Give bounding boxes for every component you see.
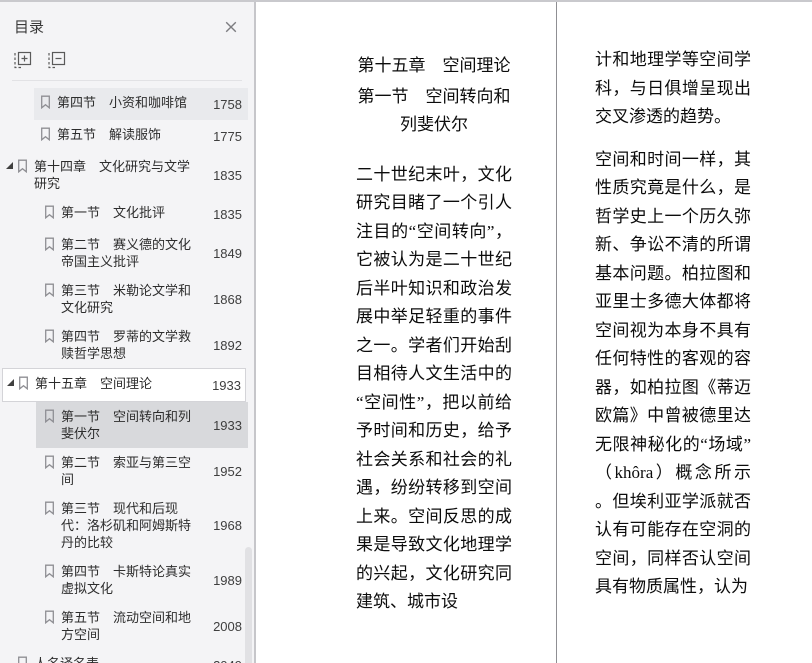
toc-panel: 目录 第四节 小资和咖啡馆 1758 第五节 解读服饰 1775 第十四章 文化…	[0, 2, 256, 663]
toc-item[interactable]: 第三节 现代和后现代：洛杉矶和阿姆斯特丹的比较 1968	[0, 494, 254, 557]
bookmark-icon	[44, 501, 55, 520]
bookmark-icon	[44, 205, 55, 224]
chapter-title: 第十五章 空间理论	[357, 56, 511, 75]
toc-item-current[interactable]: 第一节 空间转向和列斐伏尔 1933	[36, 402, 248, 448]
toc-page-number: 1933	[212, 377, 241, 393]
collapse-all-icon[interactable]	[46, 51, 66, 70]
bookmark-icon	[44, 237, 55, 256]
toc-list: 第四节 小资和咖啡馆 1758 第五节 解读服饰 1775 第十四章 文化研究与…	[0, 81, 254, 663]
ebook-reader-window: 目录 第四节 小资和咖啡馆 1758 第五节 解读服饰 1775 第十四章 文化…	[0, 0, 812, 663]
toc-scrollbar-thumb[interactable]	[245, 547, 252, 663]
toc-page-number: 1868	[213, 291, 242, 307]
toc-page-number: 1849	[213, 245, 242, 261]
toc-item-label: 第二节 索亚与第三空间	[61, 455, 192, 487]
toc-item-label: 第五节 解读服饰	[57, 127, 162, 142]
toc-page-number: 1989	[213, 572, 242, 588]
bookmark-icon	[18, 376, 29, 395]
toc-item[interactable]: 第四节 卡斯特论真实虚拟文化 1989	[0, 557, 254, 603]
body-text: 计和地理学等空间学科，与日俱增呈现出交叉渗透的趋势。	[595, 50, 751, 126]
bookmark-icon	[44, 329, 55, 348]
collapse-triangle-icon[interactable]	[6, 162, 13, 169]
toc-item-label: 第三节 现代和后现代：洛杉矶和阿姆斯特丹的比较	[61, 501, 192, 550]
bookmark-icon	[40, 95, 51, 114]
toc-item[interactable]: 第十四章 文化研究与文学研究 1835	[0, 152, 254, 198]
toc-page-number: 1933	[213, 417, 242, 433]
toc-page-number: 1835	[213, 167, 242, 183]
page-right: 计和地理学等空间学科，与日俱增呈现出交叉渗透的趋势。 空间和时间一样，其性质究竟…	[556, 2, 812, 663]
toc-item[interactable]: 第三节 米勒论文学和文化研究 1868	[0, 276, 254, 322]
toc-page-number: 1952	[213, 463, 242, 479]
toc-item-label: 第十四章 文化研究与文学研究	[34, 159, 191, 191]
reading-area: 第十五章 空间理论 第一节 空间转向和列斐伏尔 二十世纪末叶，文化研究目睹了一个…	[258, 2, 812, 663]
toc-item[interactable]: 第四节 罗蒂的文学救赎哲学思想 1892	[0, 322, 254, 368]
toc-header: 目录	[0, 2, 254, 43]
section-title: 第一节 空间转向和列斐伏尔	[357, 86, 511, 135]
bookmark-icon	[44, 455, 55, 474]
toc-item[interactable]: 第五节 流动空间和地方空间 2008	[0, 603, 254, 649]
toc-item-label: 第一节 文化批评	[61, 205, 166, 220]
collapse-triangle-icon[interactable]	[7, 379, 14, 386]
toc-item-label: 第一节 空间转向和列斐伏尔	[61, 409, 192, 441]
toc-item[interactable]: 第二节 索亚与第三空间 1952	[0, 448, 254, 494]
bookmark-icon	[44, 610, 55, 629]
toc-page-number: 2008	[213, 618, 242, 634]
body-text: 空间和时间一样，其性质究竟是什么，是哲学史上一个历久弥新、争讼不清的所谓基本问题…	[595, 149, 751, 597]
expand-all-icon[interactable]	[12, 51, 32, 70]
bookmark-icon	[17, 656, 28, 663]
toc-toolbar	[0, 43, 254, 80]
bookmark-icon	[44, 409, 55, 428]
toc-item-label: 第五节 流动空间和地方空间	[61, 610, 192, 642]
bookmark-icon	[44, 283, 55, 302]
toc-item-label: 第四节 罗蒂的文学救赎哲学思想	[61, 329, 192, 361]
bookmark-icon	[44, 564, 55, 583]
toc-page-number: 1758	[213, 96, 242, 112]
toc-item[interactable]: 人名译名表 2049	[0, 649, 254, 663]
body-text: 二十世纪末叶，文化研究目睹了一个引人注目的“空间转向”，它被认为是二十世纪后半叶…	[356, 164, 512, 612]
toc-item[interactable]: 第二节 赛义德的文化帝国主义批评 1849	[0, 230, 254, 276]
toc-item[interactable]: 第一节 文化批评 1835	[0, 198, 254, 230]
page-left: 第十五章 空间理论 第一节 空间转向和列斐伏尔 二十世纪末叶，文化研究目睹了一个…	[258, 2, 556, 663]
toc-item-label: 第十五章 空间理论	[35, 376, 153, 391]
toc-page-number: 1892	[213, 337, 242, 353]
toc-item[interactable]: 第四节 小资和咖啡馆 1758	[34, 88, 248, 120]
toc-item-label: 人名译名表	[34, 655, 202, 663]
close-icon[interactable]	[222, 18, 240, 36]
toc-item-label: 第三节 米勒论文学和文化研究	[61, 283, 192, 315]
toc-item-label: 第四节 小资和咖啡馆	[57, 95, 188, 110]
toc-title: 目录	[14, 19, 45, 36]
toc-page-number: 1775	[213, 128, 242, 144]
bookmark-icon	[17, 159, 28, 178]
bookmark-icon	[40, 127, 51, 146]
toc-page-number: 2049	[202, 658, 242, 663]
toc-page-number: 1835	[213, 206, 242, 222]
toc-item-label: 第四节 卡斯特论真实虚拟文化	[61, 564, 192, 596]
toc-item[interactable]: 第十五章 空间理论 1933	[2, 368, 246, 402]
toc-page-number: 1968	[213, 518, 242, 533]
toc-item-label: 第二节 赛义德的文化帝国主义批评	[61, 237, 192, 269]
toc-item[interactable]: 第五节 解读服饰 1775	[0, 120, 254, 152]
